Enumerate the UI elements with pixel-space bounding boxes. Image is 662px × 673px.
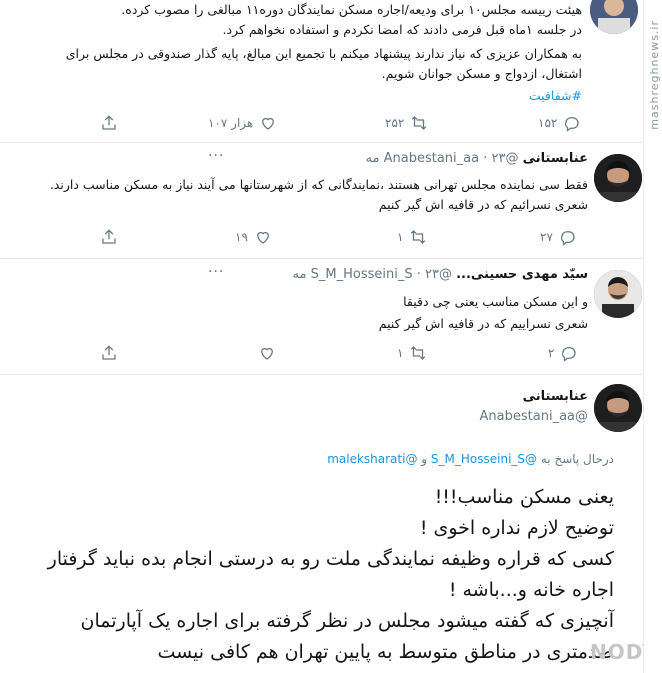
mention-link[interactable]: @S_M_Hosseini_S — [431, 452, 537, 466]
tweet-line: هیئت رییسه مجلس۱۰ برای ودیعه/اجاره مسکن … — [121, 2, 582, 17]
twitter-thread: هیئت رییسه مجلس۱۰ برای ودیعه/اجاره مسکن … — [0, 0, 662, 673]
tweet-line: یعنی مسکن مناسب!!! — [434, 486, 614, 508]
display-name[interactable]: سیّد مهدی حسینی... — [456, 267, 588, 282]
divider — [0, 258, 644, 259]
watermark-text: mashreghnews.ir — [648, 20, 661, 130]
tweet-line: فقط سی نماینده مجلس تهرانی هستند ،نمایند… — [49, 177, 588, 192]
reply-icon — [562, 347, 577, 362]
tweet-actions: ۱ ۲ — [100, 342, 590, 364]
divider — [0, 374, 644, 375]
reply-button[interactable]: ۲۷ — [540, 226, 577, 248]
share-button[interactable] — [100, 226, 118, 248]
tweet-line: شعری نسرائیم که در قافیه اش گیر کنیم — [378, 197, 588, 212]
retweet-button[interactable]: ۱ — [397, 226, 427, 248]
avatar[interactable] — [594, 384, 642, 432]
tweet-line: در جلسه ۱ماه قبل فرمی دادند که امضا نکرد… — [222, 22, 582, 37]
reply-icon — [565, 117, 579, 132]
retweet-icon — [411, 230, 426, 244]
reply-count: ۲ — [548, 346, 555, 360]
like-button[interactable] — [252, 342, 276, 364]
share-icon — [102, 115, 116, 130]
retweet-icon — [412, 116, 427, 130]
retweet-icon — [411, 346, 426, 360]
mention-link[interactable]: @maleksharati — [327, 452, 417, 466]
reply-button[interactable]: ۱۵۲ — [538, 112, 581, 134]
avatar[interactable] — [594, 270, 642, 318]
retweet-count: ۱ — [397, 346, 404, 360]
tweet-line: و این مسکن مناسب یعنی چی دقیقا — [403, 294, 588, 309]
tweet-actions: ۱۰۷ هزار ۲۵۲ ۱۵۲ — [100, 112, 590, 134]
share-icon — [102, 229, 116, 244]
retweet-count: ۲۵۲ — [385, 116, 405, 130]
conjunction: و — [421, 452, 428, 466]
like-button[interactable]: ۱۹ — [235, 226, 272, 248]
user-handle[interactable]: @Anabestani_aa — [480, 408, 588, 426]
avatar[interactable] — [594, 154, 642, 202]
tweet-header: سیّد مهدی حسینی... @S_M_Hosseini_S · ۲۳ … — [292, 267, 588, 282]
display-name[interactable]: عنابستانی — [523, 388, 588, 406]
tweet-line: توضیح لازم نداره اخوی ! — [419, 517, 614, 539]
tweet-header: عنابستانی @Anabestani_aa · ۲۳ مه — [365, 151, 588, 166]
tweet-line: اجاره خانه و...باشه ! — [448, 579, 614, 601]
tweet-line: آنچیزی که گفته میشود مجلس در نظر گرفته ب… — [80, 610, 614, 632]
tweet-body: یعنی مسکن مناسب!!! توضیح لازم نداره اخوی… — [24, 482, 614, 668]
heart-icon — [261, 347, 273, 360]
share-icon — [102, 345, 116, 360]
reply-count: ۱۵۲ — [538, 116, 558, 130]
watermark-strip: mashreghnews.ir — [643, 0, 662, 673]
heart-icon — [262, 117, 275, 130]
retweet-count: ۱ — [397, 230, 404, 244]
avatar[interactable] — [590, 0, 638, 34]
share-button[interactable] — [100, 342, 118, 364]
tweet-line: کسی که قراره وظیفه نمایندگی ملت رو به در… — [47, 548, 614, 570]
like-button[interactable]: ۱۰۷ هزار — [208, 112, 277, 134]
display-name[interactable]: عنابستانی — [523, 151, 588, 166]
like-count: ۱۹ — [235, 230, 248, 244]
more-options-button[interactable]: ··· — [208, 148, 224, 164]
hashtag-link[interactable]: #شفافیت — [529, 86, 582, 106]
divider — [0, 142, 644, 143]
tweet-actions: ۱۹ ۱ ۲۷ — [100, 226, 590, 248]
reply-count: ۲۷ — [540, 230, 553, 244]
retweet-button[interactable]: ۲۵۲ — [385, 112, 428, 134]
like-count: ۱۰۷ هزار — [208, 116, 254, 130]
heart-icon — [257, 231, 269, 244]
replying-to-label: درحال پاسخ به — [540, 452, 614, 466]
tweet-line: اشتغال، ازدواج و مسکن جوانان شویم. — [381, 66, 582, 81]
more-options-button[interactable]: ··· — [208, 264, 224, 280]
share-button[interactable] — [100, 112, 118, 134]
tweet-line: شعری نسراییم که در قافیه اش گیر کنیم — [378, 316, 588, 331]
retweet-button[interactable]: ۱ — [397, 342, 427, 364]
tweet-line: به همکاران عزیزی که نیاز ندارند پیشنهاد … — [65, 46, 582, 61]
replying-to: درحال پاسخ به @S_M_Hosseini_S و @maleksh… — [327, 452, 614, 466]
tweet-line: صدمتری در مناطق متوسط به پایین تهران هم … — [157, 641, 614, 663]
reply-icon — [560, 231, 575, 246]
reply-button[interactable]: ۲ — [548, 342, 578, 364]
